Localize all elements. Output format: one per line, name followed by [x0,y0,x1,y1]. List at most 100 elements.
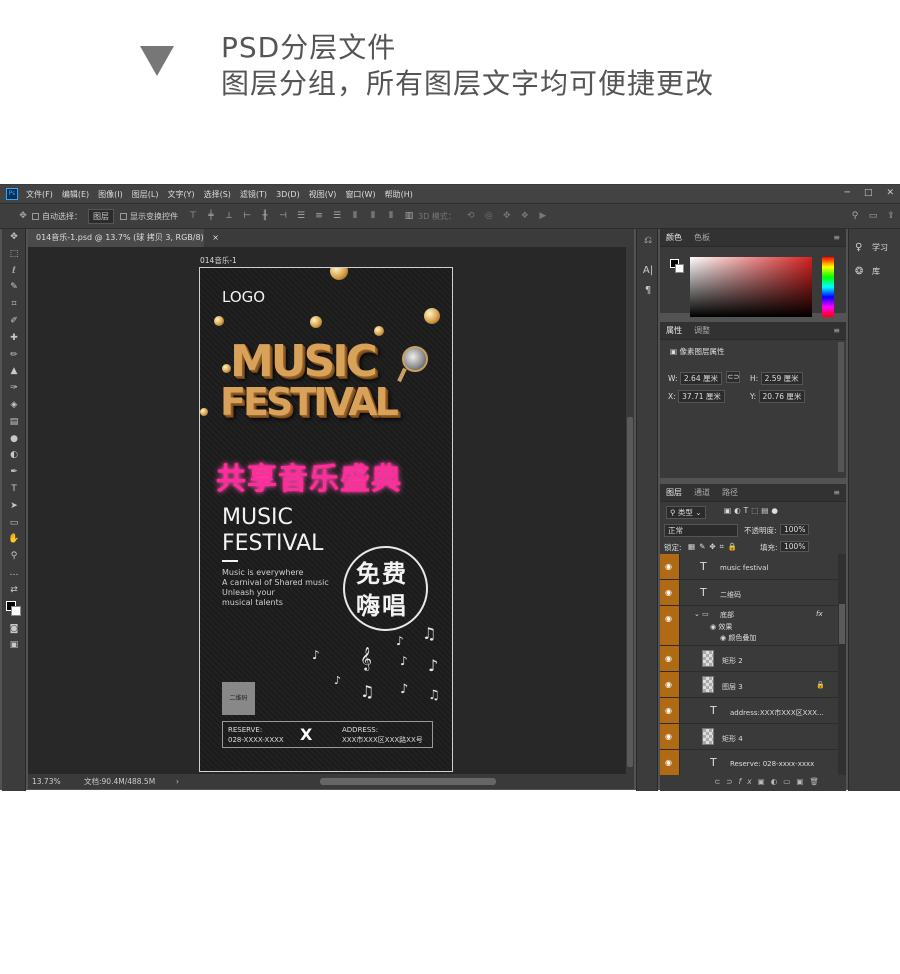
menu-file[interactable]: 文件(F) [26,189,53,200]
close-tab-icon[interactable]: × [212,233,219,242]
eye-icon[interactable]: ◉ [665,588,672,597]
hue-slider[interactable] [822,257,834,317]
blur-icon[interactable]: ● [2,431,26,448]
layer-row[interactable]: ◉ T music festival [660,554,838,580]
quick-select-icon[interactable]: ✎ [2,279,26,296]
dodge-icon[interactable]: ◐ [2,447,26,464]
horizontal-scroll-thumb[interactable] [320,778,496,785]
eye-icon[interactable]: ◉ [665,562,672,571]
tab-paths[interactable]: 路径 [716,487,744,498]
menu-view[interactable]: 视图(V) [309,189,337,200]
x-field[interactable]: 37.71 厘米 [678,390,725,403]
type-icon[interactable]: T [2,481,26,498]
y-field[interactable]: 20.76 厘米 [758,390,806,403]
eyedropper-icon[interactable]: ✐ [2,313,26,330]
background-swatch[interactable] [675,264,684,273]
history-brush-icon[interactable]: ✑ [2,380,26,397]
align-right-icon[interactable]: ⊣ [278,211,288,221]
search-icon[interactable]: ⚲ [850,211,860,221]
distribute-bottom-icon[interactable]: ☰ [332,211,342,221]
brush-icon[interactable]: ✏ [2,347,26,364]
menu-layer[interactable]: 图层(L) [132,189,159,200]
distribute-right-icon[interactable]: ⦀ [386,211,396,221]
more-tools-icon[interactable]: … [2,565,26,582]
gradient-icon[interactable]: ▤ [2,414,26,431]
eye-icon[interactable]: ◉ [665,680,672,689]
layer-row[interactable]: ◉ 矩形 2 [660,646,838,672]
tab-layers[interactable]: 图层 [660,487,688,498]
3d-scale-icon[interactable]: ▶ [538,211,548,221]
layer-actions[interactable]: ⊂⊃fx▣◐▭▣🗑 [714,777,825,786]
3d-pan-icon[interactable]: ✥ [502,211,512,221]
layer-row[interactable]: ◉ T 二维码 [660,580,838,606]
zoom-level[interactable]: 13.73% [32,777,84,786]
lasso-icon[interactable]: ℓ [2,263,26,280]
distribute-center-icon[interactable]: ⦀ [368,211,378,221]
align-center-icon[interactable]: ╫ [260,211,270,221]
link-icon[interactable]: ⊂⊃ [726,371,740,383]
path-select-icon[interactable]: ➤ [2,498,26,515]
menu-filter[interactable]: 滤镜(T) [240,189,267,200]
fill-field[interactable]: 100% [780,541,810,552]
auto-align-icon[interactable]: ▥ [404,211,414,221]
layer-row[interactable]: ◉ T Reserve: 028-xxxx-xxxx [660,750,838,775]
lock-icons[interactable]: ▦✎✥⌗🔒 [688,542,741,552]
filter-icons[interactable]: ▣◐T⬚▤● [724,506,781,515]
eye-icon[interactable]: ◉ [665,706,672,715]
properties-scrollbar[interactable] [838,342,844,472]
width-field[interactable]: 2.64 厘米 [679,372,722,385]
menu-select[interactable]: 选择(S) [204,189,231,200]
blend-mode-dropdown[interactable]: 正常 [664,524,738,537]
layer-row[interactable]: ◉ T address:XXX市XXX区XXX... [660,698,838,724]
opacity-field[interactable]: 100% [780,524,810,535]
menu-help[interactable]: 帮助(H) [385,189,413,200]
distribute-left-icon[interactable]: ⦀ [350,211,360,221]
3d-slide-icon[interactable]: ❖ [520,211,530,221]
swap-colors-icon[interactable]: ⇄ [2,582,26,599]
history-icon[interactable]: ⎌ [637,231,659,251]
transform-checkbox[interactable] [120,212,127,220]
tab-swatches[interactable]: 色板 [688,232,716,243]
stamp-icon[interactable]: ▲ [2,363,26,380]
layers-scrollbar[interactable] [838,554,846,775]
panel-menu-icon[interactable]: ≡ [833,233,840,242]
eye-icon[interactable]: ◉ [665,758,672,767]
panel-menu-icon[interactable]: ≡ [833,326,840,335]
tab-adjustments[interactable]: 调整 [688,325,716,336]
color-picker-field[interactable] [690,257,812,317]
layer-row[interactable]: ◉ 矩形 4 [660,724,838,750]
status-menu-arrow[interactable]: › [176,777,179,786]
character-icon[interactable]: A| [637,261,659,281]
menu-type[interactable]: 文字(Y) [167,189,194,200]
zoom-icon[interactable]: ⚲ [2,548,26,565]
layer-select-dropdown[interactable]: 图层 [88,208,114,224]
height-field[interactable]: 2.59 厘米 [760,372,803,385]
close-window-button[interactable]: ✕ [886,188,894,198]
share-icon[interactable]: ⇪ [886,211,896,221]
tab-color[interactable]: 颜色 [660,232,688,243]
distribute-top-icon[interactable]: ☰ [296,211,306,221]
paragraph-icon[interactable]: ¶ [637,281,659,301]
layer-row[interactable]: ◉ 图层 3 🔒 [660,672,838,698]
align-top-icon[interactable]: ⊤ [188,211,198,221]
layer-group-row[interactable]: ◉ ⌄ ▭ 底部 fx ◉ 效果 ◉ 颜色叠加 [660,606,838,646]
tab-properties[interactable]: 属性 [660,325,688,336]
poster-artboard[interactable]: LOGO MUSIC FESTIVAL 共享音乐盛典 MUSIC FESTIVAL… [199,267,453,772]
quick-mask-icon[interactable]: ◙ [2,621,26,638]
move-icon[interactable]: ✥ [2,229,26,246]
distribute-middle-icon[interactable]: ≡ [314,211,324,221]
eraser-icon[interactable]: ◈ [2,397,26,414]
3d-roll-icon[interactable]: ◎ [484,211,494,221]
auto-select-checkbox[interactable] [32,212,39,220]
menu-image[interactable]: 图像(I) [98,189,123,200]
eye-icon[interactable]: ◉ [665,654,672,663]
align-bottom-icon[interactable]: ⊥ [224,211,234,221]
align-left-icon[interactable]: ⊢ [242,211,252,221]
layer-filter-dropdown[interactable]: ⚲ 类型 ⌄ [666,506,706,519]
foreground-background-icon[interactable] [2,599,26,621]
fx-icon[interactable]: fx [816,610,823,618]
learn-button[interactable]: ♀ 学习 [849,235,900,259]
tab-channels[interactable]: 通道 [688,487,716,498]
library-button[interactable]: ❂ 库 [849,259,900,283]
rectangle-icon[interactable]: ▭ [2,515,26,532]
